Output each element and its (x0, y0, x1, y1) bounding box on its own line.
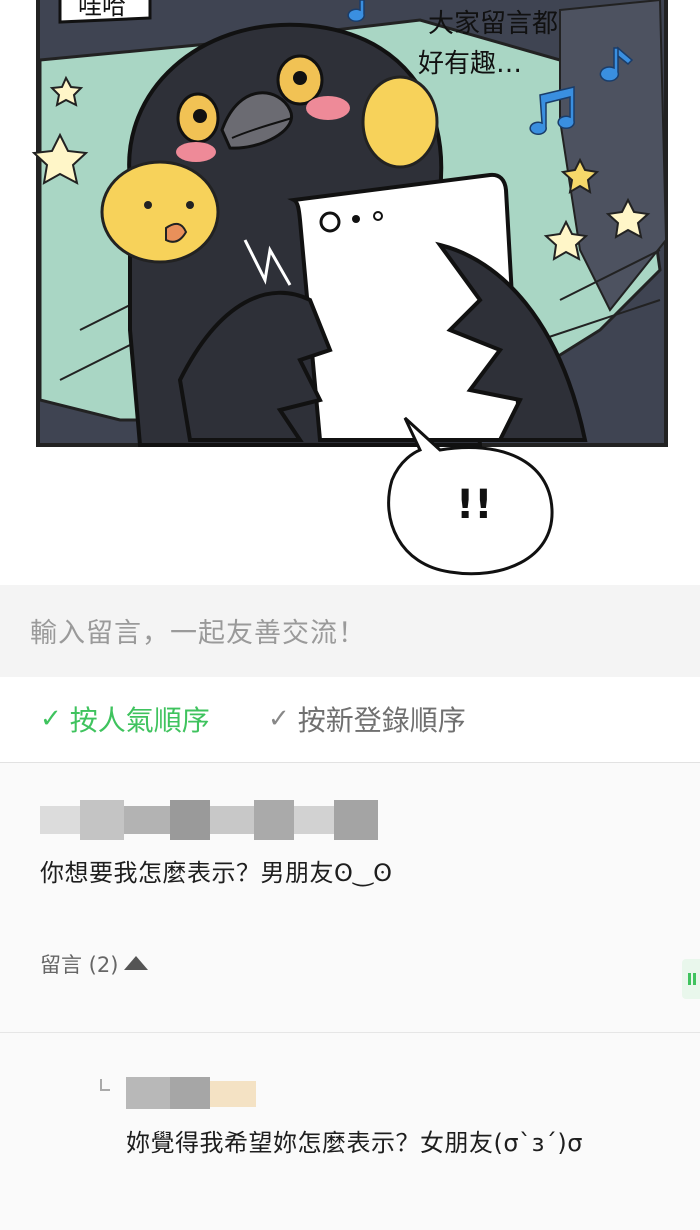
sort-bar: ✓ 按人氣順序 ✓ 按新登錄順序 (0, 677, 700, 763)
check-icon: ✓ (40, 704, 62, 734)
sort-popular-tab[interactable]: ✓ 按人氣順序 (40, 699, 210, 739)
speech-top-right-line2: 好有趣… (418, 49, 522, 79)
reply-toggle-label: 留言 (2) (40, 953, 119, 977)
collapse-arrow-icon (124, 956, 149, 970)
comment-author-blurred (40, 800, 380, 840)
sort-newest-tab[interactable]: ✓ 按新登錄順序 (268, 699, 466, 739)
reply-toggle[interactable]: 留言 (2) (40, 949, 149, 979)
reply-text: 妳覺得我希望妳怎麼表示？女朋友(σ`з´)σ (126, 1129, 583, 1157)
chick-plush (100, 160, 220, 264)
comment-text: 你想要我怎麼表示？男朋友ʘ‿ʘ (40, 859, 393, 887)
reply-author-blurred (126, 1077, 256, 1109)
check-icon: ✓ (268, 704, 290, 734)
headphone-right (361, 75, 439, 169)
reply-item: 妳覺得我希望妳怎麼表示？女朋友(σ`з´)σ (0, 1033, 700, 1230)
speech-top-left-text: 哇哈 (78, 0, 126, 20)
comment-item: 你想要我怎麼表示？男朋友ʘ‿ʘ 留言 (2) (0, 763, 700, 1033)
comment-input-placeholder: 輸入留言，一起友善交流！ (30, 618, 366, 649)
like-edge-icon[interactable] (682, 959, 700, 999)
speech-bubble-text: !! (456, 482, 492, 528)
comment-input[interactable]: 輸入留言，一起友善交流！ (0, 585, 700, 677)
sort-newest-label: 按新登錄順序 (297, 704, 466, 737)
comic-panel: !! 哇哈 大家留言都 好有趣… (0, 0, 700, 585)
sort-popular-label: 按人氣順序 (69, 704, 210, 737)
speech-top-right-line1: 大家留言都 (428, 9, 558, 39)
comic-illustration: !! 哇哈 大家留言都 好有趣… (31, 0, 668, 576)
reply-indent-icon (100, 1079, 110, 1091)
